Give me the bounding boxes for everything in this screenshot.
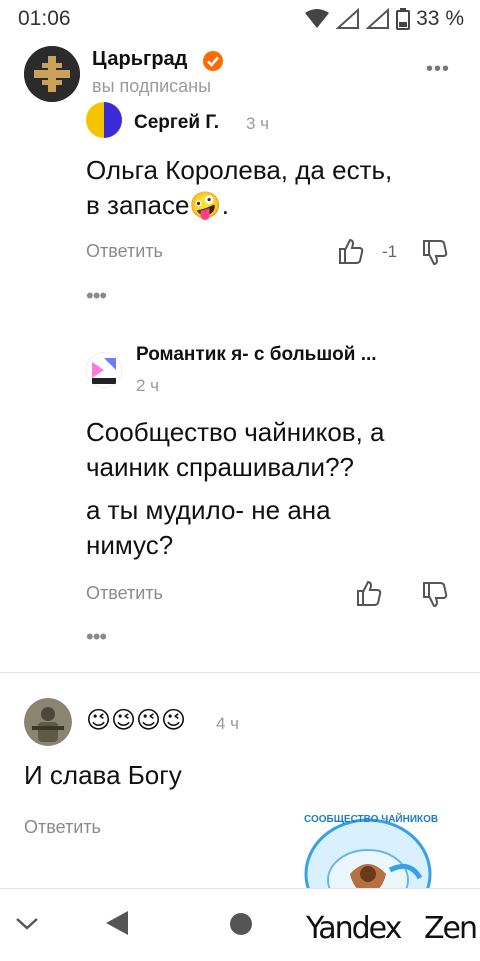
status-icons: 33 % — [304, 7, 464, 31]
comment-author[interactable]: 😉😉😉😉 — [86, 706, 186, 735]
comment-text-line: чаиник спрашивали?? — [86, 452, 354, 482]
signal-icon — [336, 8, 360, 29]
comment-author[interactable]: Сергей Г. — [134, 112, 219, 134]
status-bar: 01:06 33 % — [0, 0, 480, 38]
divider — [0, 672, 480, 673]
dislike-icon[interactable] — [420, 238, 450, 268]
channel-logo[interactable] — [24, 46, 80, 102]
like-icon[interactable] — [336, 236, 366, 266]
dislike-icon[interactable] — [420, 580, 450, 610]
home-icon[interactable] — [228, 911, 254, 937]
comment-text-line: в запасе🤪. — [86, 190, 230, 220]
battery-percent: 33 % — [416, 7, 464, 30]
like-icon[interactable] — [354, 578, 384, 608]
wifi-icon — [305, 9, 330, 28]
chevron-down-icon[interactable] — [14, 913, 40, 933]
subscription-status: вы подписаны — [92, 76, 212, 96]
channel-name[interactable]: Царьград — [92, 48, 187, 71]
reply-button[interactable]: Ответить — [24, 817, 101, 838]
more-options-button[interactable]: ••• — [426, 58, 450, 81]
comment-time: 4 ч — [216, 714, 240, 733]
comment-author[interactable]: Романтик я- с большой ... — [136, 344, 377, 366]
comment-time: 2 ч — [136, 376, 160, 395]
avatar[interactable] — [24, 698, 72, 746]
brand-yandex[interactable]: Yandex — [306, 911, 402, 946]
back-icon[interactable] — [104, 909, 130, 937]
comment-text-line: И слава Богу — [24, 760, 182, 790]
comment-text-line: а ты мудило- не ана — [86, 495, 331, 525]
avatar[interactable] — [86, 102, 122, 138]
comment-text-line: Ольга Королева, да есть, — [86, 155, 393, 185]
reply-button[interactable]: Ответить — [86, 583, 163, 604]
status-time: 01:06 — [18, 7, 71, 30]
comment-text-line: Сообщество чайников, а — [86, 417, 385, 447]
signal-icon-2 — [366, 8, 390, 29]
comment-more-button[interactable]: ••• — [86, 624, 107, 650]
rating-count: -1 — [382, 242, 398, 261]
comment-more-button[interactable]: ••• — [86, 283, 107, 309]
brand-zen[interactable]: Zen — [424, 911, 478, 946]
comment-text-line: нимус? — [86, 530, 174, 560]
battery-icon — [396, 8, 411, 30]
avatar[interactable] — [86, 352, 122, 388]
verified-icon — [203, 51, 223, 71]
bottom-navigation-bar: Yandex Zen — [0, 888, 480, 961]
channel-header: Царьград вы подписаны ••• — [0, 38, 480, 108]
comment-time: 3 ч — [246, 114, 270, 133]
watermark-text: СООБЩЕСТВО ЧАЙНИКОВ — [304, 814, 439, 825]
reply-button[interactable]: Ответить — [86, 241, 163, 262]
